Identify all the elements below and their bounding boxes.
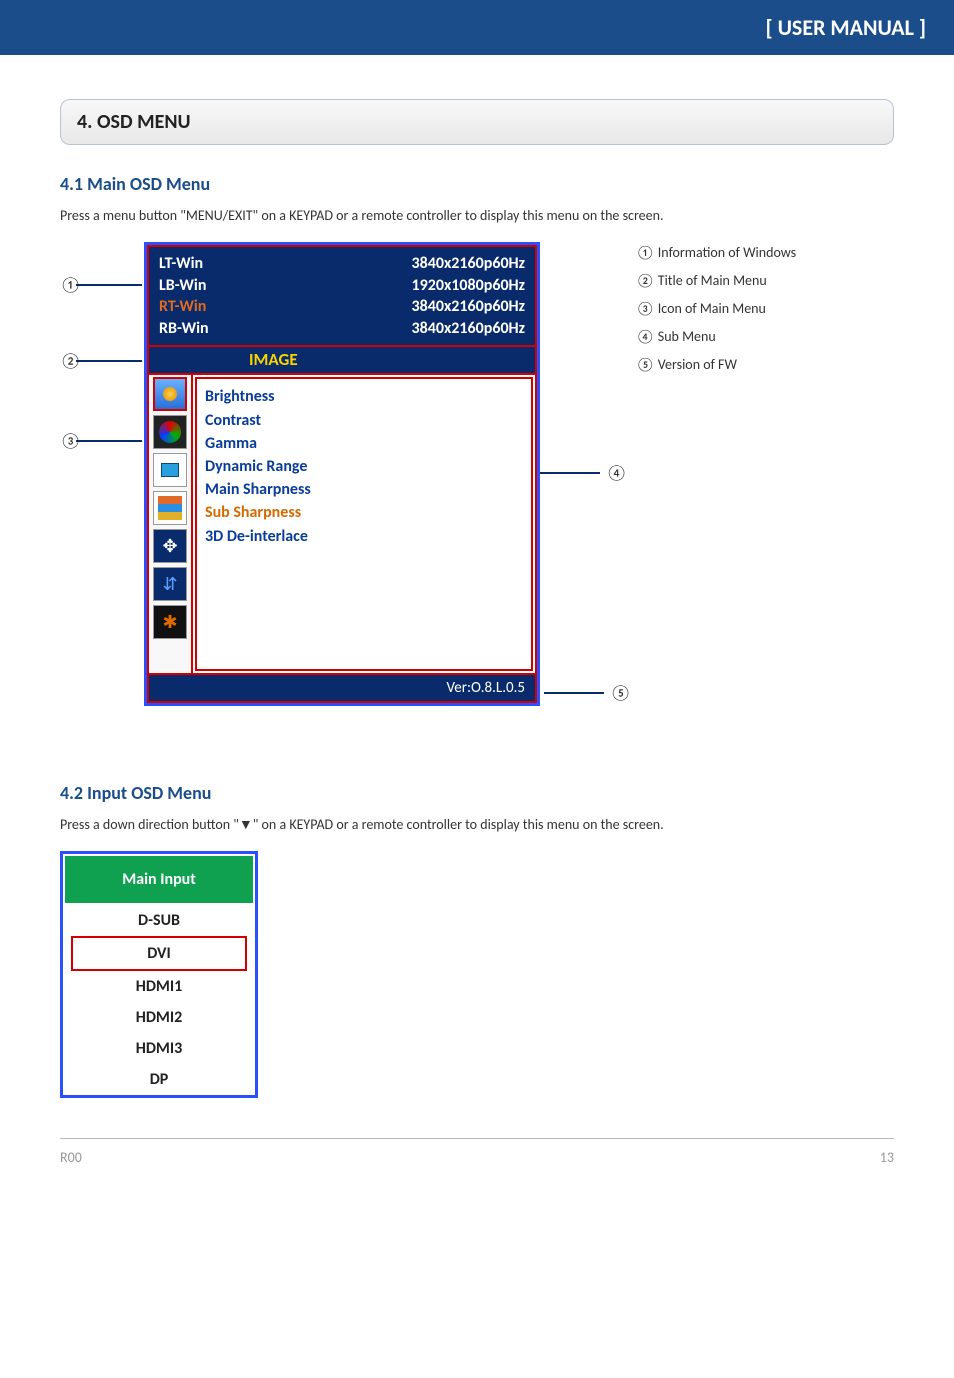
osd-info-label: LT-Win (159, 253, 203, 275)
osd-info-row: LB-Win 1920x1080p60Hz (159, 275, 525, 297)
legend-4: ④ Sub Menu (636, 328, 716, 345)
submenu-item: 3D De-interlace (205, 525, 523, 548)
osd-diagram: ① ② ③ LT-Win3840x2160p60HzLB-Win1920x108… (60, 242, 894, 742)
osd-info-value: 3840x2160p60Hz (412, 318, 525, 340)
submenu-item: Gamma (205, 432, 523, 455)
osd-info-row: LT-Win 3840x2160p60Hz (159, 253, 525, 275)
legend-5: ⑤ Version of FW (636, 356, 737, 373)
footer-rev: R00 (60, 1149, 82, 1166)
osd-title-text: IMAGE (249, 349, 298, 370)
osd-window-info: LT-Win 3840x2160p60Hz LB-Win 1920x1080p60Hz… (147, 245, 537, 347)
grid-icon (153, 491, 187, 525)
footer-page: 13 (880, 1149, 894, 1166)
s42-heading: 4.2 Input OSD Menu (60, 782, 894, 804)
s41-heading: 4.1 Main OSD Menu (60, 173, 894, 195)
osd-icon-column: ✥ ⇵ ✱ (149, 375, 193, 673)
page-content: 4. OSD MENU 4.1 Main OSD Menu Press a me… (0, 63, 954, 1098)
color-icon (153, 415, 187, 449)
input-item: DP (63, 1064, 255, 1095)
osd-info-label: LB-Win (159, 275, 206, 297)
submenu-item: Contrast (205, 409, 523, 432)
legend-1: ① Information of Windows (636, 244, 796, 261)
burn-icon: ✱ (153, 605, 187, 639)
osd-info-row: RT-Win 3840x2160p60Hz (159, 296, 525, 318)
input-osd-box: Main Input D-SUBDVIHDMI1HDMI2HDMI3DP (60, 851, 258, 1098)
input-item: HDMI2 (63, 1002, 255, 1033)
osd-info-label: RB-Win (159, 318, 209, 340)
header-bar: [ USER MANUAL ] (0, 0, 954, 63)
callout-4: ④ (606, 464, 627, 483)
tune-icon: ⇵ (153, 567, 187, 601)
osd-main-box: LT-Win 3840x2160p60Hz LB-Win 1920x1080p60Hz… (144, 242, 540, 706)
submenu-item: Dynamic Range (205, 455, 523, 478)
legend-3: ③ Icon of Main Menu (636, 300, 766, 317)
submenu-item: Brightness (205, 385, 523, 408)
submenu-item: Sub Sharpness (205, 501, 523, 524)
window-icon (153, 453, 187, 487)
osd-body: ✥ ⇵ ✱ BrightnessContrastGammaDynamic Ran… (147, 375, 537, 675)
osd-info-value: 3840x2160p60Hz (412, 296, 525, 318)
osd-info-label: RT-Win (159, 296, 206, 318)
page-footer: R00 13 (60, 1138, 894, 1190)
input-osd-title: Main Input (65, 856, 253, 903)
submenu-item: Main Sharpness (205, 478, 523, 501)
osd-version: Ver:O.8.L.0.5 (147, 675, 537, 703)
osd-info-value: 3840x2160p60Hz (412, 253, 525, 275)
input-item: HDMI3 (63, 1033, 255, 1064)
osd-info-row: RB-Win 3840x2160p60Hz (159, 318, 525, 340)
move-icon: ✥ (153, 529, 187, 563)
callout-5: ⑤ (610, 684, 631, 703)
header-title: [ USER MANUAL ] (765, 14, 926, 41)
s41-text: Press a menu button "MENU/EXIT" on a KEY… (60, 207, 894, 224)
input-item: D-SUB (63, 905, 255, 936)
osd-title-bar: IMAGE (147, 347, 537, 375)
input-item: DVI (71, 936, 247, 971)
image-icon (153, 377, 187, 411)
legend-2: ② Title of Main Menu (636, 272, 767, 289)
section-title: 4. OSD MENU (60, 99, 894, 145)
osd-info-value: 1920x1080p60Hz (412, 275, 525, 297)
s42-text: Press a down direction button "▼" on a K… (60, 816, 894, 833)
input-item: HDMI1 (63, 971, 255, 1002)
osd-submenu: BrightnessContrastGammaDynamic RangeMain… (195, 377, 533, 671)
